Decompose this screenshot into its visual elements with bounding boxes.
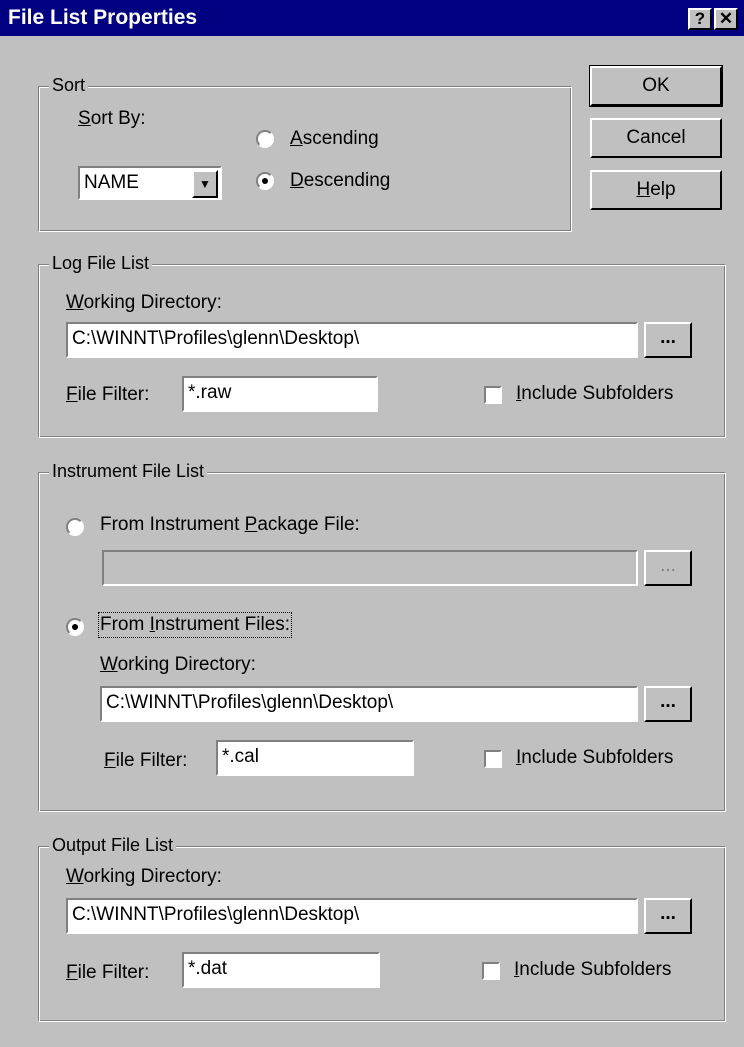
descending-radio[interactable]: [256, 172, 274, 190]
log-browse-button[interactable]: ...: [644, 322, 692, 358]
radio-selected-dot: [72, 624, 78, 630]
from-package-file-radio[interactable]: [66, 518, 84, 536]
ascending-radio[interactable]: [256, 130, 274, 148]
instrument-file-filter-label: File Filter:: [104, 750, 188, 771]
log-file-filter-input[interactable]: *.raw: [182, 376, 378, 412]
output-file-filter-input[interactable]: *.dat: [182, 952, 380, 988]
from-package-file-label[interactable]: From Instrument Package File:: [100, 514, 360, 536]
instrument-directory-input[interactable]: C:\WINNT\Profiles\glenn\Desktop\: [100, 686, 638, 722]
instrument-include-subfolders-label[interactable]: Include Subfolders: [516, 747, 673, 769]
output-include-subfolders-checkbox[interactable]: [482, 962, 500, 980]
title-bar[interactable]: File List Properties ? ✕: [0, 0, 744, 36]
instrument-browse-button[interactable]: ...: [644, 686, 692, 722]
output-file-filter-label: File Filter:: [66, 962, 150, 983]
instrument-file-filter-input[interactable]: *.cal: [216, 740, 414, 776]
sort-by-combo[interactable]: NAME ▼: [78, 166, 222, 200]
chevron-down-icon[interactable]: ▼: [192, 170, 218, 198]
ascending-label[interactable]: Aescendingscending: [290, 128, 379, 150]
sort-by-label: Sort By:: [78, 108, 146, 129]
log-include-subfolders-label[interactable]: Include Subfolders: [516, 383, 673, 405]
close-icon[interactable]: ✕: [714, 8, 738, 30]
instrument-legend: Instrument File List: [49, 461, 208, 482]
output-directory-input[interactable]: C:\WINNT\Profiles\glenn\Desktop\: [66, 898, 638, 934]
window-title: File List Properties: [8, 6, 198, 29]
help-button[interactable]: Help: [590, 170, 722, 210]
ok-button[interactable]: OK: [589, 65, 723, 107]
log-include-subfolders-checkbox[interactable]: [484, 386, 502, 404]
log-directory-input[interactable]: C:\WINNT\Profiles\glenn\Desktop\: [66, 322, 638, 358]
output-working-directory-label: Working Directory:: [66, 866, 222, 887]
cancel-button[interactable]: Cancel: [590, 118, 722, 158]
file-list-properties-dialog: File List Properties ? ✕ Sort Sort By: N…: [0, 0, 744, 1047]
instrument-working-directory-label: Working Directory:: [100, 654, 256, 675]
output-browse-button[interactable]: ...: [644, 898, 692, 934]
log-legend: Log File List: [49, 253, 153, 274]
radio-selected-dot: [262, 178, 268, 184]
instrument-include-subfolders-checkbox[interactable]: [484, 750, 502, 768]
descending-label[interactable]: Descending: [290, 170, 390, 192]
output-include-subfolders-label[interactable]: Include Subfolders: [514, 959, 671, 981]
sort-by-value: NAME: [84, 172, 139, 193]
from-instrument-files-label[interactable]: From Instrument Files:: [97, 612, 293, 638]
log-working-directory-label: Working Directory:: [66, 292, 222, 313]
help-icon[interactable]: ?: [688, 8, 712, 30]
output-legend: Output File List: [49, 835, 177, 856]
from-instrument-files-radio[interactable]: [66, 618, 84, 636]
package-browse-button[interactable]: ...: [644, 550, 692, 586]
sort-legend: Sort: [49, 75, 89, 96]
log-file-filter-label: File Filter:: [66, 384, 150, 405]
package-file-input[interactable]: [102, 550, 638, 586]
